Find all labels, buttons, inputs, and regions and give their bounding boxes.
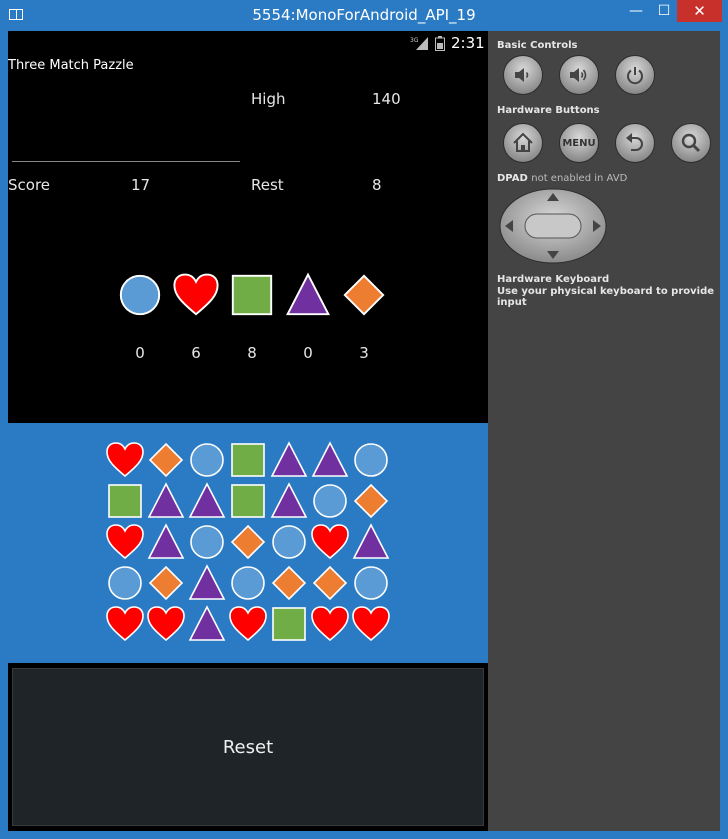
board-cell-triangle[interactable] — [269, 481, 309, 521]
basic-controls-heading: Basic Controls — [497, 40, 578, 51]
legend-heart — [172, 271, 220, 319]
volume-down-button[interactable] — [503, 55, 543, 95]
board-cell-circle[interactable] — [269, 522, 309, 562]
app-title: Three Match Pazzle — [8, 58, 134, 73]
emulator-controls-panel: Basic Controls Hardware Buttons MENU DPA… — [488, 31, 720, 831]
svg-text:3G: 3G — [410, 37, 419, 44]
close-button[interactable]: ✕ — [677, 0, 722, 22]
status-bar: 3G 2:31 — [8, 31, 488, 55]
home-button[interactable] — [503, 123, 543, 163]
board-cell-triangle[interactable] — [310, 440, 350, 480]
board-cell-heart[interactable] — [105, 604, 145, 644]
battery-icon — [435, 36, 445, 51]
count-square: 8 — [247, 344, 257, 362]
triangle-icon — [286, 272, 330, 316]
dpad-heading: DPAD not enabled in AVD — [497, 173, 627, 184]
hardware-buttons-heading: Hardware Buttons — [497, 105, 600, 116]
search-icon — [681, 133, 701, 153]
board-cell-heart[interactable] — [105, 522, 145, 562]
volume-up-icon — [570, 68, 587, 82]
board-cell-triangle[interactable] — [269, 440, 309, 480]
board-cell-triangle[interactable] — [146, 481, 186, 521]
dpad-label: DPAD — [497, 173, 528, 184]
board-cell-triangle[interactable] — [187, 563, 227, 603]
square-icon — [231, 274, 273, 316]
board-cell-square[interactable] — [105, 481, 145, 521]
dpad-control[interactable] — [499, 188, 607, 264]
legend-square — [228, 271, 276, 319]
board-cell-square[interactable] — [228, 440, 268, 480]
window-titlebar: 5554:MonoForAndroid_API_19 — ☐ ✕ — [0, 0, 728, 31]
board-cell-square[interactable] — [228, 481, 268, 521]
status-time: 2:31 — [451, 34, 485, 52]
power-button[interactable] — [615, 55, 655, 95]
legend-triangle — [284, 271, 332, 319]
board-cell-heart[interactable] — [105, 440, 145, 480]
board-cell-diamond[interactable] — [146, 563, 186, 603]
count-circle: 0 — [135, 344, 145, 362]
legend-circle — [116, 271, 164, 319]
score-label: Score — [8, 176, 51, 194]
minimize-button[interactable]: — — [624, 0, 648, 22]
device-screen: 3G 2:31 Three Match Pazzle High 140 Scor… — [8, 31, 488, 831]
hardware-keyboard-note: Use your physical keyboard to provide in… — [497, 286, 715, 308]
board-cell-circle[interactable] — [351, 563, 391, 603]
board-cell-diamond[interactable] — [351, 481, 391, 521]
board-cell-heart[interactable] — [310, 604, 350, 644]
board-cell-circle[interactable] — [228, 563, 268, 603]
menu-icon: MENU — [562, 137, 596, 149]
high-value: 140 — [372, 90, 401, 108]
dpad-note: not enabled in AVD — [531, 173, 628, 184]
board-cell-diamond[interactable] — [269, 563, 309, 603]
home-icon — [513, 132, 533, 152]
board-cell-diamond[interactable] — [310, 563, 350, 603]
board-cell-circle[interactable] — [351, 440, 391, 480]
power-icon — [627, 67, 643, 85]
maximize-button[interactable]: ☐ — [652, 0, 676, 22]
board-cell-diamond[interactable] — [146, 440, 186, 480]
emulator-window: 5554:MonoForAndroid_API_19 — ☐ ✕ 3G 2:31… — [0, 0, 728, 839]
score-value: 17 — [131, 176, 151, 194]
rest-value: 8 — [372, 176, 382, 194]
board-cell-circle[interactable] — [187, 522, 227, 562]
circle-icon — [119, 274, 161, 316]
count-diamond: 3 — [359, 344, 369, 362]
back-button[interactable] — [615, 123, 655, 163]
search-button[interactable] — [671, 123, 711, 163]
board-cell-triangle[interactable] — [187, 481, 227, 521]
progress-line — [12, 161, 240, 162]
menu-button[interactable]: MENU — [559, 123, 599, 163]
window-title: 5554:MonoForAndroid_API_19 — [252, 6, 476, 24]
reset-area: Reset — [8, 663, 488, 831]
heart-icon — [173, 273, 219, 316]
board-cell-triangle[interactable] — [187, 604, 227, 644]
hardware-keyboard-heading: Hardware Keyboard — [497, 274, 610, 285]
signal-icon: 3G — [410, 37, 428, 50]
legend-diamond — [340, 271, 388, 319]
board-cell-heart[interactable] — [146, 604, 186, 644]
count-heart: 6 — [191, 344, 201, 362]
diamond-icon — [343, 274, 385, 316]
board-cell-heart[interactable] — [310, 522, 350, 562]
reset-button[interactable]: Reset — [12, 668, 484, 826]
board-cell-square[interactable] — [269, 604, 309, 644]
count-triangle: 0 — [303, 344, 313, 362]
board-cell-triangle[interactable] — [351, 522, 391, 562]
board-cell-heart[interactable] — [351, 604, 391, 644]
volume-down-icon — [515, 68, 529, 82]
volume-up-button[interactable] — [559, 55, 599, 95]
high-label: High — [251, 90, 286, 108]
rest-label: Rest — [251, 176, 284, 194]
board-cell-circle[interactable] — [105, 563, 145, 603]
board-cell-triangle[interactable] — [146, 522, 186, 562]
back-icon — [626, 133, 643, 151]
board-cell-heart[interactable] — [228, 604, 268, 644]
board-cell-circle[interactable] — [187, 440, 227, 480]
board-cell-circle[interactable] — [310, 481, 350, 521]
game-board — [8, 423, 488, 663]
board-cell-diamond[interactable] — [228, 522, 268, 562]
